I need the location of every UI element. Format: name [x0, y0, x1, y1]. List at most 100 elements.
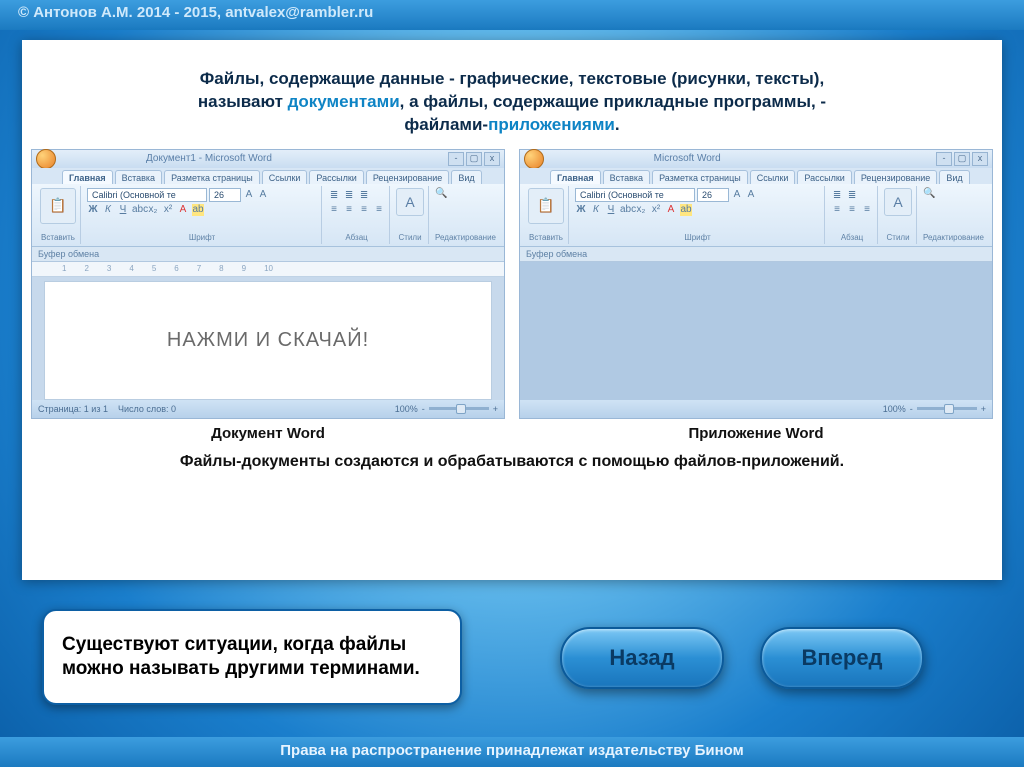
group-paragraph: ≣ ≣ ≡ ≡ ≡ Абзац: [827, 186, 878, 244]
grow-font-icon[interactable]: A: [731, 189, 743, 201]
intro-line: .: [615, 115, 620, 134]
italic-icon[interactable]: К: [590, 204, 602, 216]
strike-icon[interactable]: abc: [132, 204, 144, 216]
group-styles: A Стили: [392, 186, 429, 244]
align-center-icon[interactable]: ≡: [343, 204, 355, 216]
caption-document: Документ Word: [31, 425, 505, 442]
ruler-tick: 7: [197, 264, 201, 273]
window-title: Microsoft Word: [654, 153, 721, 164]
sub-icon[interactable]: x₂: [635, 204, 647, 216]
group-paragraph: ≣ ≣ ≣ ≡ ≡ ≡ ≡ Абзац: [324, 186, 390, 244]
tab-insert[interactable]: Вставка: [115, 170, 162, 184]
group-edit-label: Редактирование: [923, 233, 984, 242]
sub-icon[interactable]: x₂: [147, 204, 159, 216]
zoom-control[interactable]: 100% -+: [883, 404, 986, 414]
font-color-icon[interactable]: A: [177, 204, 189, 216]
ruler-tick: 2: [84, 264, 88, 273]
tab-layout[interactable]: Разметка страницы: [164, 170, 260, 184]
align-left-icon[interactable]: ≡: [328, 204, 340, 216]
bullets-icon[interactable]: ≣: [328, 190, 340, 202]
tab-view[interactable]: Вид: [939, 170, 969, 184]
numbering-icon[interactable]: ≣: [343, 190, 355, 202]
empty-workspace: [520, 262, 992, 400]
slide-panel: Файлы, содержащие данные - графические, …: [22, 40, 1002, 580]
bold-icon[interactable]: Ж: [575, 204, 587, 216]
status-bar: 100% -+: [520, 400, 992, 418]
paste-button[interactable]: 📋: [40, 188, 76, 224]
tab-insert[interactable]: Вставка: [603, 170, 650, 184]
tab-references[interactable]: Ссылки: [262, 170, 308, 184]
tab-review[interactable]: Рецензирование: [854, 170, 938, 184]
minimize-icon[interactable]: -: [936, 152, 952, 166]
ruler-tick: 3: [107, 264, 111, 273]
font-color-icon[interactable]: A: [665, 204, 677, 216]
tab-home[interactable]: Главная: [62, 170, 113, 184]
tab-references[interactable]: Ссылки: [750, 170, 796, 184]
paste-label: Вставить: [528, 233, 564, 242]
underline-icon[interactable]: Ч: [117, 204, 129, 216]
tab-mailings[interactable]: Рассылки: [797, 170, 851, 184]
paste-button[interactable]: 📋: [528, 188, 564, 224]
group-para-label: Абзац: [328, 233, 385, 242]
justify-icon[interactable]: ≡: [373, 204, 385, 216]
group-edit-label: Редактирование: [435, 233, 496, 242]
strike-icon[interactable]: abc: [620, 204, 632, 216]
keyword-documents: документами: [288, 92, 400, 111]
numbering-icon[interactable]: ≣: [846, 190, 858, 202]
copyright-header: © Антонов А.М. 2014 - 2015, antvalex@ram…: [0, 0, 1024, 30]
group-font: Calibri (Основной те 26 A A Ж К Ч abc x₂…: [83, 186, 322, 244]
grow-font-icon[interactable]: A: [243, 189, 255, 201]
shrink-font-icon[interactable]: A: [257, 189, 269, 201]
status-page: Страница: 1 из 1: [38, 404, 108, 414]
maximize-icon[interactable]: ▢: [466, 152, 482, 166]
find-icon[interactable]: 🔍: [923, 188, 935, 200]
align-left-icon[interactable]: ≡: [831, 204, 843, 216]
group-editing: 🔍 Редактирование: [919, 186, 988, 244]
styles-button[interactable]: A: [396, 188, 424, 216]
close-icon[interactable]: x: [972, 152, 988, 166]
font-name-select[interactable]: Calibri (Основной те: [87, 188, 207, 202]
intro-line: файлами-: [404, 115, 488, 134]
align-right-icon[interactable]: ≡: [861, 204, 873, 216]
keyword-applications: приложениями: [488, 115, 615, 134]
multilevel-icon[interactable]: ≣: [358, 190, 370, 202]
tab-mailings[interactable]: Рассылки: [309, 170, 363, 184]
office-button-icon[interactable]: [36, 149, 56, 169]
paste-label: Вставить: [40, 233, 76, 242]
tab-review[interactable]: Рецензирование: [366, 170, 450, 184]
maximize-icon[interactable]: ▢: [954, 152, 970, 166]
highlight-icon[interactable]: ab: [680, 204, 692, 216]
shrink-font-icon[interactable]: A: [745, 189, 757, 201]
tab-view[interactable]: Вид: [451, 170, 481, 184]
find-icon[interactable]: 🔍: [435, 188, 447, 200]
forward-button[interactable]: Вперед: [760, 627, 924, 689]
bold-icon[interactable]: Ж: [87, 204, 99, 216]
status-bar: Страница: 1 из 1 Число слов: 0 100% -+: [32, 400, 504, 418]
sup-icon[interactable]: x²: [162, 204, 174, 216]
italic-icon[interactable]: К: [102, 204, 114, 216]
align-right-icon[interactable]: ≡: [358, 204, 370, 216]
font-size-select[interactable]: 26: [697, 188, 729, 202]
sup-icon[interactable]: x²: [650, 204, 662, 216]
align-center-icon[interactable]: ≡: [846, 204, 858, 216]
document-page[interactable]: НАЖМИ И СКАЧАЙ!: [44, 281, 492, 400]
note-text: Существуют ситуации, когда файлы можно н…: [62, 633, 442, 681]
styles-button[interactable]: A: [884, 188, 912, 216]
bullets-icon[interactable]: ≣: [831, 190, 843, 202]
office-button-icon[interactable]: [524, 149, 544, 169]
rights-footer: Права на распространение принадлежат изд…: [0, 737, 1024, 767]
title-bar: Microsoft Word - ▢ x: [520, 150, 992, 168]
ruler-tick: 8: [219, 264, 223, 273]
font-name-select[interactable]: Calibri (Основной те: [575, 188, 695, 202]
zoom-value: 100%: [395, 404, 418, 414]
font-size-select[interactable]: 26: [209, 188, 241, 202]
close-icon[interactable]: x: [484, 152, 500, 166]
zoom-control[interactable]: 100% -+: [395, 404, 498, 414]
highlight-icon[interactable]: ab: [192, 204, 204, 216]
tab-home[interactable]: Главная: [550, 170, 601, 184]
minimize-icon[interactable]: -: [448, 152, 464, 166]
underline-icon[interactable]: Ч: [605, 204, 617, 216]
back-button[interactable]: Назад: [560, 627, 724, 689]
tab-layout[interactable]: Разметка страницы: [652, 170, 748, 184]
intro-paragraph: Файлы, содержащие данные - графические, …: [22, 40, 1002, 149]
